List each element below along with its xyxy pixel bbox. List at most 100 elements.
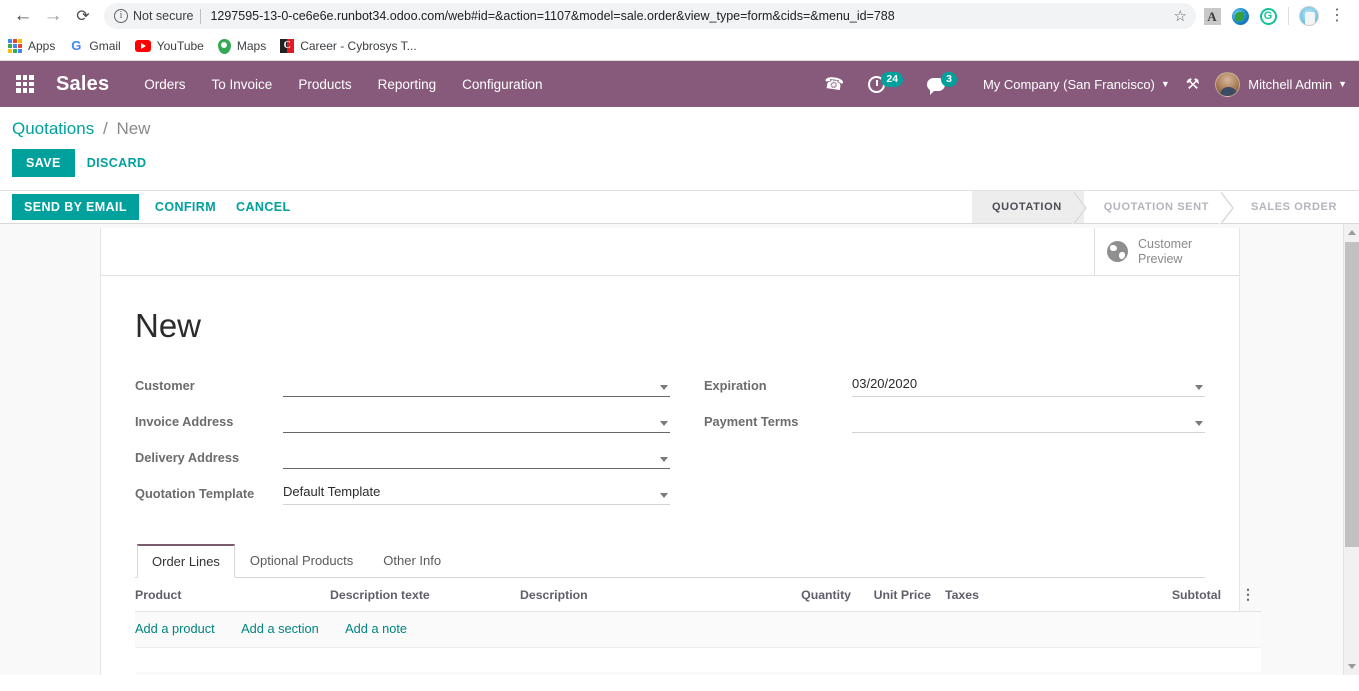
- stage-quotation[interactable]: QUOTATION: [972, 191, 1087, 225]
- phone-icon[interactable]: ☎: [823, 74, 845, 95]
- forward-arrow-icon[interactable]: →: [38, 1, 68, 31]
- chrome-menu-icon[interactable]: ⋮: [1325, 4, 1349, 28]
- bookmark-label: Apps: [28, 39, 56, 53]
- add-a-product-link[interactable]: Add a product: [135, 621, 215, 636]
- messaging-counter-badge: 3: [941, 71, 957, 87]
- send-by-email-button[interactable]: SEND BY EMAIL: [12, 194, 139, 220]
- field-label-customer: Customer: [135, 378, 195, 394]
- customer-preview-label: Customer Preview: [1138, 237, 1192, 267]
- app-brand-title[interactable]: Sales: [56, 73, 109, 96]
- expiration-value: 03/20/2020: [852, 376, 918, 392]
- breadcrumb-quotations[interactable]: Quotations: [12, 119, 94, 138]
- column-taxes: Taxes: [945, 578, 1125, 613]
- form-statusbar: SEND BY EMAIL CONFIRM CANCEL QUOTATION Q…: [0, 190, 1359, 225]
- customer-preview-button[interactable]: Customer Preview: [1094, 228, 1239, 275]
- address-divider: [200, 8, 202, 24]
- globe-icon: [1107, 241, 1128, 262]
- menu-item-orders[interactable]: Orders: [131, 71, 198, 98]
- tab-other-info[interactable]: Other Info: [368, 544, 456, 578]
- chevron-down-icon[interactable]: [660, 457, 668, 463]
- messaging-menu[interactable]: 3: [927, 71, 957, 95]
- discard-button[interactable]: DISCARD: [75, 149, 159, 177]
- grammarly-icon[interactable]: G: [1256, 4, 1280, 28]
- customer-input[interactable]: [283, 375, 670, 398]
- add-line-row: Add a product Add a section Add a note: [135, 611, 1261, 649]
- reload-icon[interactable]: ⟳: [68, 1, 98, 31]
- security-status-label: Not secure: [133, 9, 194, 23]
- chevron-down-icon[interactable]: [660, 421, 668, 427]
- stage-quotation-sent[interactable]: QUOTATION SENT: [1083, 191, 1234, 225]
- menu-item-configuration[interactable]: Configuration: [449, 71, 555, 98]
- stage-sales-order[interactable]: SALES ORDER: [1230, 191, 1359, 223]
- chevron-down-icon[interactable]: [1195, 385, 1203, 391]
- company-switcher[interactable]: My Company (San Francisco) ▼: [983, 77, 1170, 92]
- confirm-button[interactable]: CONFIRM: [145, 194, 226, 220]
- save-button[interactable]: SAVE: [12, 149, 75, 177]
- page-scrollbar[interactable]: [1343, 224, 1359, 675]
- invoice-address-input[interactable]: [283, 411, 670, 434]
- scrollbar-thumb[interactable]: [1345, 242, 1359, 547]
- bookmark-gmail[interactable]: G Gmail: [69, 39, 121, 54]
- field-delivery-address: Delivery Address: [135, 442, 670, 470]
- stage-arrow: [1071, 191, 1085, 225]
- adobe-acrobat-icon[interactable]: A: [1200, 4, 1224, 28]
- menu-item-reporting[interactable]: Reporting: [365, 71, 450, 98]
- add-a-section-link[interactable]: Add a section: [241, 621, 319, 636]
- stage-label: QUOTATION: [992, 201, 1062, 213]
- bookmark-apps[interactable]: Apps: [8, 39, 55, 53]
- breadcrumb: Quotations / New: [12, 107, 1359, 143]
- field-label-invoice-address: Invoice Address: [135, 414, 234, 430]
- back-arrow-icon[interactable]: ←: [8, 1, 38, 31]
- cancel-button[interactable]: CANCEL: [226, 194, 300, 220]
- bookmarks-bar: Apps G Gmail YouTube Maps Career - Cybro…: [0, 32, 1359, 61]
- user-name: Mitchell Admin: [1248, 76, 1333, 92]
- column-description-texte: Description texte: [330, 578, 520, 613]
- user-avatar: [1215, 71, 1241, 97]
- expiration-input[interactable]: 03/20/2020: [852, 375, 1205, 398]
- bookmark-youtube[interactable]: YouTube: [134, 39, 204, 53]
- table-filler-row: [135, 671, 1261, 675]
- bookmark-label: Gmail: [89, 39, 121, 53]
- bookmark-maps[interactable]: Maps: [217, 38, 266, 54]
- browser-profile-icon[interactable]: [1297, 4, 1321, 28]
- chevron-down-icon[interactable]: [660, 493, 668, 499]
- scroll-up-arrow[interactable]: [1344, 224, 1359, 241]
- quotation-template-input[interactable]: Default Template: [283, 483, 670, 506]
- notebook-tabs: Order Lines Optional Products Other Info: [135, 544, 1205, 579]
- menu-item-products[interactable]: Products: [285, 71, 364, 98]
- apps-grid-icon: [16, 75, 34, 93]
- form-column-left: Customer Invoice Address Delivery Addres…: [135, 370, 670, 514]
- activity-menu[interactable]: 24: [868, 71, 904, 93]
- browser-chrome: ← → ⟳ i Not secure 1297595-13-0-ce6e6e.r…: [0, 0, 1359, 61]
- tab-order-lines[interactable]: Order Lines: [137, 544, 235, 579]
- add-a-note-link[interactable]: Add a note: [345, 621, 407, 636]
- chevron-down-icon: ▼: [1160, 79, 1170, 89]
- optional-columns-icon[interactable]: ⋮: [1235, 578, 1261, 613]
- youtube-icon: [134, 40, 151, 52]
- internet-download-manager-icon[interactable]: [1228, 4, 1252, 28]
- table-filler-row: [135, 647, 1261, 672]
- workflow-buttons: SEND BY EMAIL CONFIRM CANCEL: [12, 191, 972, 223]
- page-title: New: [135, 307, 202, 344]
- menu-item-to-invoice[interactable]: To Invoice: [199, 71, 286, 98]
- field-invoice-address: Invoice Address: [135, 406, 670, 434]
- payment-terms-input[interactable]: [852, 411, 1205, 434]
- quotation-template-value: Default Template: [283, 484, 381, 500]
- stat-line-1: Customer: [1138, 236, 1193, 251]
- delivery-address-input[interactable]: [283, 447, 670, 470]
- odoo-navbar: Sales Orders To Invoice Products Reporti…: [0, 61, 1359, 107]
- url-text[interactable]: 1297595-13-0-ce6e6e.runbot34.odoo.com/we…: [210, 9, 1166, 23]
- bookmark-star-icon[interactable]: ☆: [1171, 7, 1190, 25]
- toolbar-divider: [1288, 7, 1289, 25]
- tab-optional-products[interactable]: Optional Products: [235, 544, 368, 578]
- bookmark-career-cybrosys[interactable]: Career - Cybrosys T...: [280, 39, 417, 53]
- scroll-down-arrow[interactable]: [1344, 658, 1359, 675]
- user-menu[interactable]: Mitchell Admin ▼: [1215, 71, 1347, 97]
- chevron-down-icon[interactable]: [660, 385, 668, 391]
- site-info-icon[interactable]: i: [114, 9, 128, 23]
- apps-menu-button[interactable]: [8, 61, 42, 107]
- column-subtotal: Subtotal: [1125, 578, 1235, 613]
- address-bar[interactable]: i Not secure 1297595-13-0-ce6e6e.runbot3…: [104, 3, 1196, 29]
- chevron-down-icon[interactable]: [1195, 421, 1203, 427]
- debug-tools-icon[interactable]: ⚒: [1185, 75, 1199, 93]
